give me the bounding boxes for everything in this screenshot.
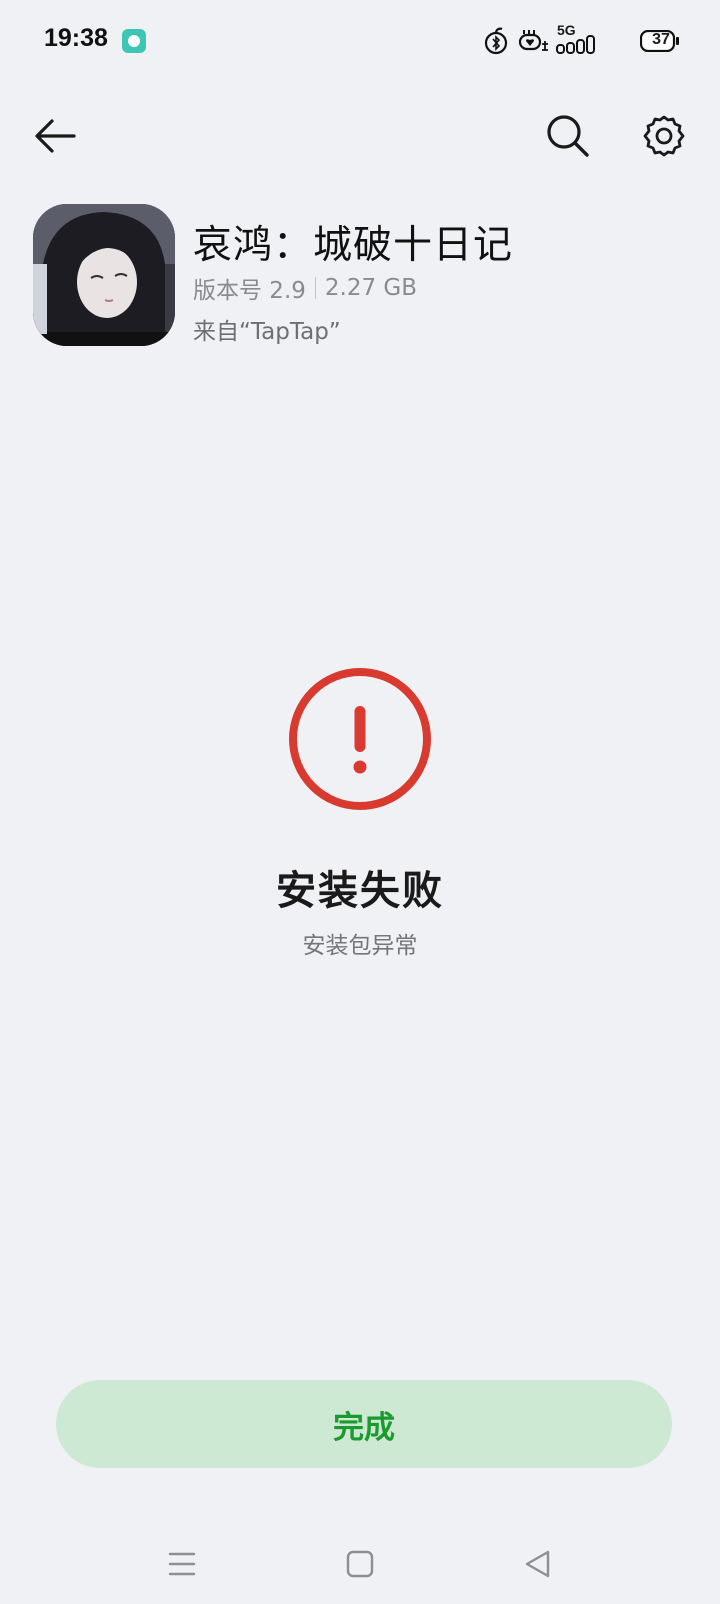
status-icons: 5G 37 (460, 0, 720, 84)
nav-menu-button[interactable] (152, 1534, 212, 1594)
gear-icon (643, 115, 685, 157)
battery-level: 37 (652, 31, 670, 48)
signal-icon (556, 35, 595, 54)
arrow-left-icon (35, 119, 76, 153)
top-app-bar (0, 96, 720, 176)
app-version: 版本号 2.9 (193, 278, 306, 304)
meta-divider (314, 277, 316, 299)
error-circle-icon (289, 668, 431, 810)
app-size: 2.27 GB (324, 275, 418, 301)
result-subtitle: 安装包异常 (302, 933, 418, 959)
nav-home-button[interactable] (330, 1534, 390, 1594)
status-bar: 19:38 5G 37 (0, 0, 720, 84)
back-triangle-icon (525, 1550, 550, 1578)
home-square-icon (346, 1550, 374, 1578)
menu-icon (168, 1552, 196, 1576)
done-button[interactable]: 完成 (56, 1380, 672, 1468)
app-name: 哀鸿：城破十日记 (193, 223, 514, 268)
search-icon (547, 115, 589, 157)
result-title: 安装失败 (276, 868, 444, 914)
app-source: 来自“TapTap” (193, 319, 341, 345)
hotspot-icon (518, 30, 548, 51)
nav-back-button[interactable] (507, 1534, 567, 1594)
settings-button[interactable] (632, 104, 696, 168)
search-button[interactable] (536, 104, 600, 168)
app-icon-artwork (33, 204, 175, 346)
system-nav-bar (0, 1520, 720, 1604)
app-icon (33, 204, 175, 346)
notification-app-icon (122, 29, 146, 53)
back-button[interactable] (24, 104, 88, 168)
bluetooth-icon (484, 27, 508, 55)
status-time: 19:38 (44, 24, 108, 52)
app-meta: 版本号 2.9 2.27 GB (193, 271, 417, 305)
install-result-screen: 19:38 5G 37 哀鸿：城破十日记 版本号 2.9 2.27 GB 来自“… (0, 0, 720, 1604)
